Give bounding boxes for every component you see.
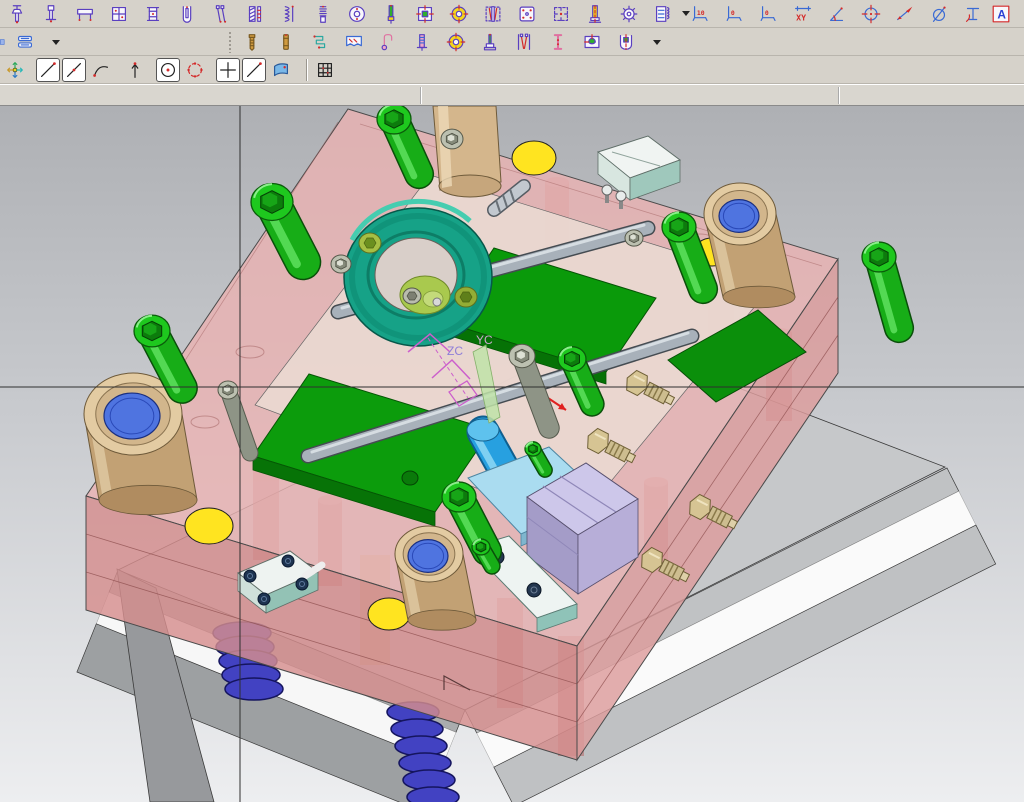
layers-dropdown[interactable] bbox=[52, 39, 60, 45]
runner-path-button[interactable] bbox=[307, 29, 333, 55]
move-handle-button[interactable] bbox=[2, 57, 28, 83]
status-bar bbox=[0, 84, 1024, 106]
ring-bolt-2[interactable] bbox=[454, 286, 478, 308]
svg-text:0: 0 bbox=[765, 9, 769, 17]
snap-intersection-button[interactable] bbox=[216, 58, 240, 82]
status-separator-2 bbox=[838, 87, 840, 104]
yellow-plug-top[interactable] bbox=[511, 140, 557, 176]
dimension-toolbar: 10 0 0 XY bbox=[688, 1, 994, 27]
spring-doc-button[interactable] bbox=[650, 1, 676, 27]
threaded-stud-button[interactable] bbox=[409, 29, 435, 55]
spring-tool-button[interactable] bbox=[276, 1, 302, 27]
ejector-unit-button[interactable] bbox=[477, 29, 503, 55]
column-tool-button[interactable] bbox=[582, 1, 608, 27]
yellow-plug-left[interactable] bbox=[184, 507, 234, 545]
pocket-cup-button[interactable] bbox=[613, 29, 639, 55]
wcs-zc-label: ZC bbox=[447, 344, 463, 358]
snap-circle-center-button[interactable] bbox=[156, 58, 180, 82]
yellow-plug-bottom[interactable] bbox=[367, 597, 411, 631]
mold-base-button[interactable] bbox=[72, 1, 98, 27]
wcs-yc-label: YC bbox=[476, 333, 493, 347]
core-pin-button[interactable] bbox=[378, 1, 404, 27]
toolbar-row-3 bbox=[0, 56, 1024, 84]
component-toolbar bbox=[228, 29, 667, 55]
cross-pins-button[interactable] bbox=[511, 29, 537, 55]
snap-on-curve-button[interactable] bbox=[242, 58, 266, 82]
svg-text:XY: XY bbox=[796, 12, 806, 22]
ordinate-dim-10-button[interactable]: 10 bbox=[688, 1, 714, 27]
tube-note-button[interactable] bbox=[375, 29, 401, 55]
snap-point-button[interactable] bbox=[122, 57, 148, 83]
gear-settings-button[interactable] bbox=[616, 1, 642, 27]
diameter-dimension-button[interactable] bbox=[926, 1, 952, 27]
guide-pin-set-button[interactable] bbox=[480, 1, 506, 27]
ejector-sleeve-button[interactable] bbox=[38, 1, 64, 27]
svg-text:10: 10 bbox=[697, 9, 705, 17]
locating-ring-tool-button[interactable] bbox=[446, 1, 472, 27]
angle-dimension-button[interactable] bbox=[824, 1, 850, 27]
snap-line-end-button[interactable] bbox=[36, 58, 60, 82]
pocket-tool-button[interactable] bbox=[548, 1, 574, 27]
xy-dimension-button[interactable]: XY bbox=[790, 1, 816, 27]
ring-bolt-1[interactable] bbox=[358, 232, 382, 254]
text-toolbar: A bbox=[988, 1, 1022, 27]
steel-bolt-4[interactable] bbox=[440, 128, 464, 150]
text-label-tool-button[interactable]: A bbox=[988, 1, 1014, 27]
grid-snap-sep bbox=[306, 59, 308, 81]
angle-pin-button[interactable] bbox=[208, 1, 234, 27]
view-toolbar bbox=[0, 29, 66, 55]
snap-line-mid-button[interactable] bbox=[62, 58, 86, 82]
banner-note-button[interactable] bbox=[341, 29, 367, 55]
snap-arc-button[interactable] bbox=[88, 57, 114, 83]
ordinate-dim-y0-button[interactable]: 0 bbox=[756, 1, 782, 27]
perpendicular-dimension-button[interactable] bbox=[960, 1, 986, 27]
steel-bolt-3[interactable] bbox=[330, 254, 352, 274]
ejector-pin-button[interactable] bbox=[174, 1, 200, 27]
group-handle bbox=[228, 31, 233, 53]
round-insert-button[interactable] bbox=[344, 1, 370, 27]
snap-toolbar bbox=[2, 57, 346, 83]
svg-text:A: A bbox=[997, 8, 1006, 22]
center-target-button[interactable] bbox=[858, 1, 884, 27]
mold-toolbar bbox=[4, 1, 684, 27]
panel-tool-button[interactable] bbox=[0, 29, 10, 55]
svg-text:0: 0 bbox=[731, 9, 735, 17]
shcs-floating-5[interactable] bbox=[861, 241, 915, 344]
snap-circle-quadrant-button[interactable] bbox=[182, 57, 208, 83]
component-dropdown[interactable] bbox=[653, 39, 661, 45]
cad-application-window: 10 0 0 XY A ZC YC bbox=[0, 0, 1024, 802]
locating-ring-2-button[interactable] bbox=[443, 29, 469, 55]
support-pillar-button[interactable] bbox=[310, 1, 336, 27]
sprue-bushing-button[interactable] bbox=[140, 1, 166, 27]
dowel-pin-tool-button[interactable] bbox=[273, 29, 299, 55]
status-separator-1 bbox=[420, 87, 422, 104]
plate-layout-button[interactable] bbox=[106, 1, 132, 27]
h-pin-button[interactable] bbox=[545, 29, 571, 55]
mold-assembly-model: ZC YC bbox=[0, 106, 1024, 802]
cavity-insert-button[interactable] bbox=[412, 1, 438, 27]
plate-holes-button[interactable] bbox=[514, 1, 540, 27]
sprue-bushing-in-ring[interactable] bbox=[399, 275, 451, 315]
toolbar-row-2 bbox=[0, 28, 1024, 56]
graphics-viewport[interactable]: ZC YC bbox=[0, 106, 1024, 802]
grid-snap-button[interactable] bbox=[312, 57, 338, 83]
arrow-annotation-button[interactable] bbox=[892, 1, 918, 27]
snap-surface-button[interactable] bbox=[268, 57, 294, 83]
steel-bolt-5[interactable] bbox=[624, 229, 644, 247]
sprue-puller-button[interactable] bbox=[4, 1, 30, 27]
guide-pin-top[interactable] bbox=[432, 106, 502, 198]
layers-tool-button[interactable] bbox=[12, 29, 38, 55]
lifter-button[interactable] bbox=[242, 1, 268, 27]
toolbar-row-1: 10 0 0 XY A bbox=[0, 0, 1024, 28]
switch-box-button[interactable] bbox=[579, 29, 605, 55]
screw-tool-button[interactable] bbox=[239, 29, 265, 55]
ordinate-dim-x0-button[interactable]: 0 bbox=[722, 1, 748, 27]
